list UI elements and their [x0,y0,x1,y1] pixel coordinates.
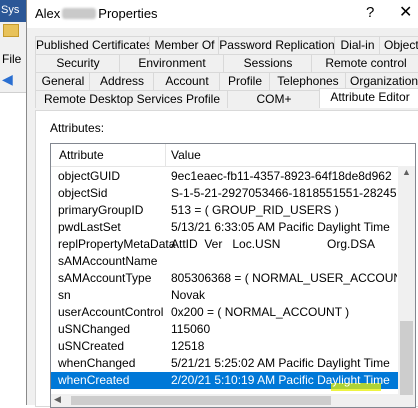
tab-row-4: Remote Desktop Services Profile COM+ Att… [27,88,418,108]
tab-row-2: Security Environment Sessions Remote con… [27,54,418,72]
list-item[interactable]: primaryGroupID 513 = ( GROUP_RID_USERS ) [51,202,398,219]
tab-member-of[interactable]: Member Of [149,36,220,54]
background-pane [0,92,26,406]
attribute-editor-panel: Attributes: Attribute Value objectGUID 9e… [35,110,418,408]
list-item[interactable]: uSNCreated 12518 [51,338,398,355]
tab-dial-in[interactable]: Dial-in [334,36,381,54]
list-header: Attribute Value [51,144,415,167]
list-item[interactable]: uSNChanged 115060 [51,321,398,338]
attributes-list[interactable]: Attribute Value objectGUID 9ec1eaec-fb11-… [50,143,416,408]
list-item[interactable]: replPropertyMetaData AttID Ver Loc.USN Or… [51,236,398,253]
list-item[interactable]: objectSid S-1-5-21-2927053466-1818551551-… [51,185,398,202]
column-divider[interactable] [165,144,166,166]
redacted-name-blur [62,8,97,19]
title-user-name: Alex [35,6,61,21]
tab-security[interactable]: Security [35,54,121,72]
file-menu[interactable]: File [2,52,21,66]
tab-environment[interactable]: Environment [119,54,225,72]
list-item[interactable]: sAMAccountName [51,253,398,270]
background-titlebar: Sys [0,0,26,22]
tab-profile[interactable]: Profile [219,72,271,90]
horizontal-scroll-thumb[interactable] [71,396,331,405]
vertical-scroll-thumb[interactable] [400,321,413,395]
properties-dialog: Alex Properties ? ✕ Published Certificate… [26,0,418,408]
dialog-title: Alex Properties [35,6,158,21]
list-item[interactable]: sAMAccountType 805306368 = ( NORMAL_USER_… [51,270,398,287]
title-properties: Properties [98,6,158,21]
list-item-selected[interactable]: whenCreated 2/20/21 5:10:19 AM Pacific Da… [51,372,398,391]
list-item[interactable]: pwdLastSet 5/13/21 6:33:05 AM Pacific Day… [51,219,398,236]
scroll-left-arrow-icon[interactable]: ◀ [54,394,61,405]
attributes-label: Attributes: [50,121,105,135]
list-item[interactable]: sn Novak [51,287,398,304]
tab-password-replication[interactable]: Password Replication [218,36,336,54]
tab-account[interactable]: Account [153,72,221,90]
column-header-value[interactable]: Value [171,148,201,162]
tab-remote-control[interactable]: Remote control [311,54,418,72]
folder-icon [3,24,19,37]
tab-com-plus[interactable]: COM+ [227,90,321,108]
close-button[interactable]: ✕ [399,2,412,22]
list-item[interactable]: whenChanged 5/21/21 5:25:02 AM Pacific Da… [51,355,398,372]
tab-sessions[interactable]: Sessions [223,54,313,72]
tab-row-1: Published Certificates Member Of Passwor… [27,36,418,54]
help-button[interactable]: ? [366,4,374,21]
back-arrow-icon[interactable]: ◀ [2,72,16,86]
scroll-up-arrow-icon[interactable]: ▲ [402,167,411,177]
tab-remote-desktop-services-profile[interactable]: Remote Desktop Services Profile [35,90,229,108]
tab-published-certificates[interactable]: Published Certificates [35,36,151,54]
list-item[interactable]: objectGUID 9ec1eaec-fb11-4357-8923-64f18d… [51,168,398,185]
column-header-attribute[interactable]: Attribute [59,148,104,162]
tab-general[interactable]: General [35,72,91,90]
vertical-scrollbar[interactable]: ▲ [398,166,415,407]
tab-attribute-editor[interactable]: Attribute Editor [319,88,418,108]
tab-object[interactable]: Object [379,36,418,54]
tab-address[interactable]: Address [89,72,155,90]
horizontal-scrollbar[interactable]: ◀ [51,394,398,407]
background-title: Sys [1,4,20,16]
background-window: Sys File ◀ [0,0,27,406]
titlebar: Alex Properties ? ✕ [27,0,418,28]
list-item[interactable]: userAccountControl 0x200 = ( NORMAL_ACCOU… [51,304,398,321]
